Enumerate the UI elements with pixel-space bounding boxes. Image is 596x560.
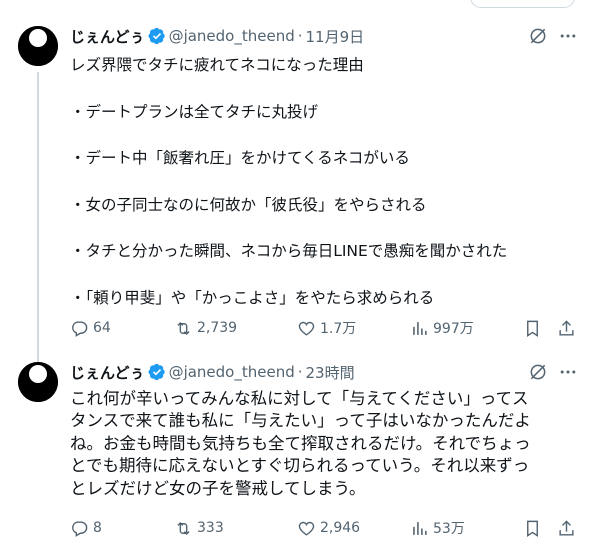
- reply-icon: [72, 320, 88, 337]
- like-icon: [298, 521, 315, 536]
- verified-badge-icon: [148, 363, 165, 381]
- retweet-icon: [177, 521, 190, 535]
- tweet-text: レズ界隈でタチに疲れてネコになった理由 ・デートプランは全てタチに丸投げ ・デー…: [70, 54, 582, 309]
- tweet-time[interactable]: 11月9日: [306, 26, 365, 47]
- share-button[interactable]: [557, 317, 580, 339]
- reply-button[interactable]: 8: [70, 517, 102, 539]
- bookmark-button[interactable]: [523, 517, 546, 539]
- retweet-count: 333: [197, 520, 224, 536]
- tweet-text-line: ね。お金も時間も気持ちも全て搾取されるだけ。それでちょっ: [70, 433, 531, 453]
- tweet-text-line: ・女の子同士なのに何故か「彼氏役」をやらされる: [70, 195, 427, 214]
- tweet-text-line: レズ界隈でタチに疲れてネコになった理由: [70, 56, 364, 74]
- retweet-button[interactable]: 2,739: [174, 317, 237, 339]
- tweet-text-line: ・デート中「飯奢れ圧」をかけてくるネコがいる: [70, 149, 410, 168]
- bookmark-icon: [527, 520, 538, 537]
- views-count: 997万: [433, 321, 474, 337]
- timeline: じぇんどぅ @janedo_theend · 11月9日 レズ界隈でタチに疲れて…: [0, 0, 596, 560]
- retweet-count: 2,739: [197, 320, 238, 336]
- separator-dot: ·: [297, 363, 303, 381]
- views-button[interactable]: 53万: [410, 517, 465, 539]
- grok-icon[interactable]: [528, 362, 548, 382]
- like-count: 2,946: [320, 520, 361, 536]
- share-icon: [559, 319, 574, 336]
- bookmark-button[interactable]: [523, 317, 546, 339]
- author-handle[interactable]: @janedo_theend: [169, 27, 295, 45]
- grok-icon[interactable]: [528, 26, 548, 46]
- reply-count: 8: [93, 520, 102, 536]
- like-button[interactable]: 2,946: [297, 517, 360, 539]
- tweet-text-line: タンスで来て誰も私に「与えたい」って子はいなかったんだよ: [70, 411, 531, 431]
- tweet-text-line: とでも期待に応えないとすぐ切られるっていう。それ以来ずっ: [70, 456, 530, 476]
- like-icon: [298, 321, 315, 336]
- share-button[interactable]: [557, 517, 580, 539]
- author-handle[interactable]: @janedo_theend: [169, 363, 295, 381]
- views-button[interactable]: 997万: [410, 317, 474, 339]
- avatar[interactable]: [18, 362, 58, 402]
- avatar[interactable]: [18, 26, 58, 66]
- reply-count: 64: [93, 320, 111, 336]
- action-bar: 64 2,739 1.7万 997万: [70, 317, 582, 339]
- reply-button[interactable]: 64: [70, 317, 111, 339]
- tweet-header: じぇんどぅ @janedo_theend · 11月9日: [70, 26, 364, 46]
- retweet-icon: [177, 321, 190, 335]
- author-name[interactable]: じぇんどぅ: [70, 26, 145, 47]
- share-icon: [559, 519, 574, 536]
- avatar-silhouette-icon: [18, 362, 58, 402]
- views-icon: [413, 321, 427, 335]
- tweet-text-line: これ何が辛いってみんな私に対して「与えてください」ってス: [70, 389, 529, 408]
- tweet-header: じぇんどぅ @janedo_theend · 23時間: [70, 362, 355, 382]
- retweet-button[interactable]: 333: [174, 517, 224, 539]
- tweet-text-line: とレズだけど女の子を警戒してしまう。: [70, 478, 366, 498]
- views-count: 53万: [433, 521, 465, 537]
- more-icon[interactable]: [558, 26, 578, 46]
- action-bar: 8 333 2,946 53万: [70, 517, 582, 539]
- tweet-time[interactable]: 23時間: [306, 362, 355, 383]
- author-name[interactable]: じぇんどぅ: [70, 362, 145, 383]
- like-button[interactable]: 1.7万: [297, 317, 356, 339]
- top-pill-button[interactable]: [470, 0, 575, 8]
- tweet-text: これ何が辛いってみんな私に対して「与えてください」ってス タンスで来て誰も私に「…: [70, 388, 582, 500]
- tweet-text-line: ・デートプランは全てタチに丸投げ: [70, 102, 319, 121]
- views-icon: [413, 521, 427, 535]
- avatar-silhouette-icon: [18, 26, 58, 66]
- tweet-text-line: ・タチと分かった瞬間、ネコから毎日LINEで愚痴を聞かされた: [70, 242, 508, 261]
- bookmark-icon: [527, 320, 538, 337]
- separator-dot: ·: [297, 27, 303, 45]
- thread-line: [37, 72, 39, 372]
- tweet-text-line: ・「頼り甲斐」や「かっこよさ」をやたら求められる: [70, 288, 435, 307]
- reply-icon: [72, 520, 88, 537]
- verified-badge-icon: [148, 27, 165, 45]
- more-icon[interactable]: [558, 362, 578, 382]
- like-count: 1.7万: [320, 321, 357, 337]
